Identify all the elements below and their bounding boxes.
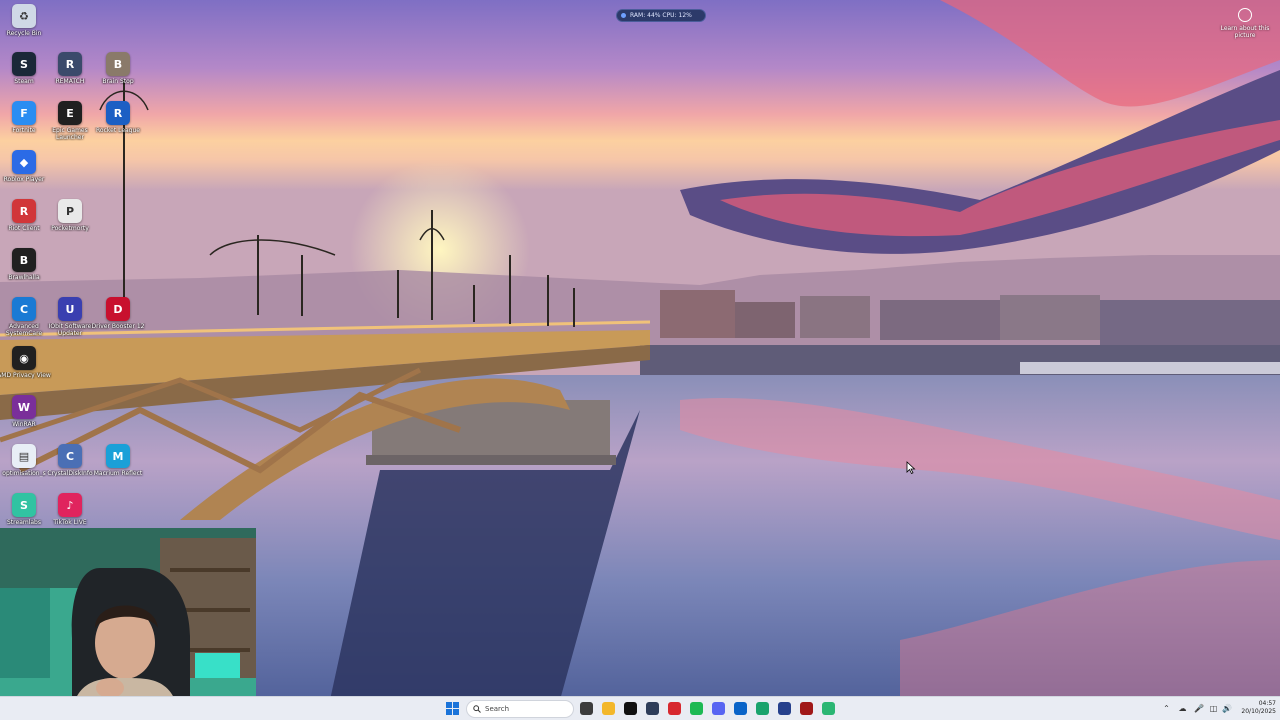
app-icon: E bbox=[58, 101, 82, 125]
taskbar-adobe-icon[interactable] bbox=[668, 702, 681, 715]
app-icon: S bbox=[12, 52, 36, 76]
taskbar-search[interactable]: Search bbox=[466, 700, 574, 718]
app-icon: F bbox=[12, 101, 36, 125]
taskbar-tiktok-icon[interactable] bbox=[624, 702, 637, 715]
app-icon: B bbox=[12, 248, 36, 272]
desktop-icon[interactable]: ♪ TikTok LIVE bbox=[46, 493, 94, 526]
desktop-icon-label: AMD Privacy View bbox=[0, 372, 51, 379]
desktop-icon[interactable]: P Pocketmorty bbox=[46, 199, 94, 232]
desktop-icon-label: Macrium Reflect bbox=[93, 470, 143, 477]
search-icon bbox=[473, 705, 481, 713]
app-icon: ◉ bbox=[12, 346, 36, 370]
clock-time: 04:57 bbox=[1258, 700, 1276, 707]
taskbar-app-green-icon[interactable] bbox=[822, 702, 835, 715]
learn-about-picture-label: Learn about this picture bbox=[1220, 25, 1270, 39]
taskbar-outlook-icon[interactable] bbox=[734, 702, 747, 715]
desktop-icon-label: Recycle Bin bbox=[6, 30, 42, 37]
desktop-icon[interactable]: B Brain Stop bbox=[94, 52, 142, 85]
desktop-icon[interactable]: R Rocket League bbox=[94, 101, 142, 134]
taskbar-calculator-icon[interactable] bbox=[646, 702, 659, 715]
app-icon: B bbox=[106, 52, 130, 76]
desktop-icon[interactable]: ◉ AMD Privacy View bbox=[0, 346, 51, 379]
app-icon: U bbox=[58, 297, 82, 321]
cloud-icon[interactable]: ☁ bbox=[1178, 704, 1187, 713]
desktop-icon[interactable]: ▤ optimisation_s bbox=[0, 444, 48, 477]
taskbar-file-explorer-icon[interactable] bbox=[602, 702, 615, 715]
app-icon: D bbox=[106, 297, 130, 321]
desktop-icon[interactable]: R REMATCH bbox=[46, 52, 94, 85]
desktop-icon[interactable]: R Riot Client bbox=[0, 199, 48, 232]
taskbar-edge-icon[interactable] bbox=[756, 702, 769, 715]
performance-widget[interactable]: RAM: 44% CPU: 12% bbox=[616, 9, 706, 22]
webcam-overlay bbox=[0, 528, 256, 720]
desktop-icon-label: Brain Stop bbox=[102, 78, 134, 85]
desktop-icon[interactable]: ♻ Recycle Bin bbox=[0, 4, 48, 37]
app-icon: ▤ bbox=[12, 444, 36, 468]
taskbar-spotify-icon[interactable] bbox=[690, 702, 703, 715]
chevron-up-icon[interactable]: ⌃ bbox=[1162, 704, 1171, 713]
desktop-icon[interactable]: C CrystalDiskInfo bbox=[46, 444, 94, 477]
app-icon: R bbox=[12, 199, 36, 223]
taskbar-discord-icon[interactable] bbox=[712, 702, 725, 715]
app-icon: R bbox=[106, 101, 130, 125]
taskbar-app-red-icon[interactable] bbox=[800, 702, 813, 715]
desktop-icon-label: Rocket League bbox=[96, 127, 140, 134]
desktop-icon[interactable]: ◆ Roblox Player bbox=[0, 150, 48, 183]
desktop-icon[interactable]: E Epic Games Launcher bbox=[46, 101, 94, 141]
desktop-icon[interactable]: B Brawlhalla bbox=[0, 248, 48, 281]
app-icon: ♪ bbox=[58, 493, 82, 517]
taskbar-app-blue-icon[interactable] bbox=[778, 702, 791, 715]
app-icon: ◆ bbox=[12, 150, 36, 174]
app-icon: S bbox=[12, 493, 36, 517]
mouse-cursor-icon bbox=[906, 461, 916, 475]
microphone-icon[interactable]: 🎤 bbox=[1194, 704, 1204, 713]
desktop-icon[interactable]: D Driver Booster 12 bbox=[91, 297, 145, 330]
desktop-icon[interactable]: S Steam bbox=[0, 52, 48, 85]
desktop-icon-label: WinRAR bbox=[12, 421, 36, 428]
camera-icon bbox=[1238, 8, 1252, 22]
app-icon: C bbox=[12, 297, 36, 321]
desktop-icon-label: TikTok LIVE bbox=[53, 519, 87, 526]
desktop-icon[interactable]: M Macrium Reflect bbox=[94, 444, 142, 477]
mic-icon bbox=[621, 13, 626, 18]
windows-start-icon[interactable] bbox=[446, 702, 459, 715]
search-placeholder: Search bbox=[485, 705, 510, 713]
app-icon: W bbox=[12, 395, 36, 419]
desktop-icon-label: Brawlhalla bbox=[8, 274, 40, 281]
wifi-icon[interactable]: ◫ bbox=[1209, 704, 1218, 713]
app-icon: R bbox=[58, 52, 82, 76]
clock-date: 20/10/2025 bbox=[1241, 708, 1276, 715]
desktop-icon[interactable]: C Advanced SystemCare bbox=[0, 297, 48, 337]
app-icon: M bbox=[106, 444, 130, 468]
desktop-icon-label: Driver Booster 12 bbox=[91, 323, 145, 330]
taskbar: Search ⌃ ☁ 🎤 ◫ 🔊 04:57 20/10/2025 bbox=[0, 696, 1280, 720]
learn-about-picture[interactable]: Learn about this picture bbox=[1220, 8, 1270, 39]
desktop-icon[interactable]: S Streamlabs bbox=[0, 493, 48, 526]
app-icon: P bbox=[58, 199, 82, 223]
desktop-icon[interactable]: F Fortnite bbox=[0, 101, 48, 134]
desktop-icon-label: Roblox Player bbox=[3, 176, 45, 183]
desktop-icon-label: Pocketmorty bbox=[51, 225, 89, 232]
app-icon: C bbox=[58, 444, 82, 468]
desktop-icon[interactable]: U IObit Software Updater bbox=[46, 297, 94, 337]
volume-icon[interactable]: 🔊 bbox=[1222, 704, 1232, 713]
performance-readout: RAM: 44% CPU: 12% bbox=[630, 12, 692, 19]
app-icon: ♻ bbox=[12, 4, 36, 28]
desktop-icon[interactable]: W WinRAR bbox=[0, 395, 48, 428]
taskbar-task-view-icon[interactable] bbox=[580, 702, 593, 715]
system-clock[interactable]: 04:57 20/10/2025 bbox=[1236, 700, 1276, 716]
